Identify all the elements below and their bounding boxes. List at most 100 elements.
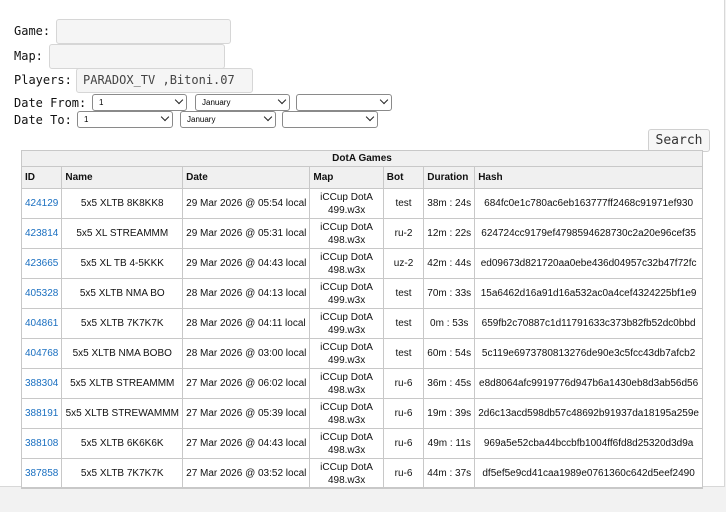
- game-name: 5x5 XLTB 7K7K7K: [61, 458, 184, 489]
- game-map: iCCup DotA 499.w3x: [309, 308, 384, 339]
- game-duration: 49m : 11s: [423, 428, 476, 459]
- game-duration: 70m : 33s: [423, 278, 476, 309]
- date-to-day-select[interactable]: 1: [77, 111, 173, 128]
- game-hash: 5c119e6973780813276de90e3c5fcc43db7afcb2: [474, 338, 703, 369]
- game-hash: 969a5e52cba44bccbfb1004ff6fd8d25320d3d9a: [474, 428, 703, 459]
- table-row: 423665 5x5 XL TB 4-5KKK 29 Mar 2026 @ 04:4…: [20, 248, 703, 279]
- game-name: 5x5 XLTB 7K7K7K: [61, 308, 184, 339]
- date-from-label: Date From:: [14, 96, 87, 110]
- game-duration: 44m : 37s: [423, 458, 476, 489]
- game-id-link[interactable]: 387858: [20, 458, 63, 489]
- map-name-line: iCCup DotA: [320, 251, 373, 263]
- game-name: 5x5 XLTB STREWAMMM: [61, 398, 184, 429]
- game-duration: 12m : 22s: [423, 218, 476, 249]
- game-bot: test: [382, 338, 425, 369]
- date-to-month-select[interactable]: January: [180, 111, 276, 128]
- game-id-link[interactable]: 404861: [20, 308, 63, 339]
- game-bot: uz-2: [382, 248, 425, 279]
- game-date: 27 Mar 2026 @ 06:02 local: [182, 368, 311, 399]
- game-id-link[interactable]: 388108: [20, 428, 63, 459]
- game-hash: ed09673d821720aa0ebe436d04957c32b47f72fc: [474, 248, 703, 279]
- map-file-line: 499.w3x: [327, 204, 366, 216]
- map-name-line: iCCup DotA: [320, 431, 373, 443]
- game-name: 5x5 XLTB 6K6K6K: [61, 428, 184, 459]
- date-to-day-value: 1: [84, 115, 89, 124]
- map-name-line: iCCup DotA: [320, 461, 373, 473]
- map-file-line: 499.w3x: [327, 294, 366, 306]
- game-id-link[interactable]: 423665: [20, 248, 63, 279]
- table-row: 404768 5x5 XLTB NMA BOBO 28 Mar 2026 @ 03:…: [20, 338, 703, 369]
- chevron-down-icon: [277, 95, 287, 105]
- players-input[interactable]: PARADOX_TV ,Bitoni.07: [76, 68, 253, 93]
- map-name-line: iCCup DotA: [320, 401, 373, 413]
- date-from-day-select[interactable]: 1: [92, 94, 187, 111]
- game-date: 27 Mar 2026 @ 04:43 local: [182, 428, 311, 459]
- game-bot: test: [382, 308, 425, 339]
- game-hash: e8d8064afc9919776d947b6a1430eb8d3ab56d56: [474, 368, 703, 399]
- map-file-line: 498.w3x: [327, 264, 366, 276]
- table-row: 388304 5x5 XLTB STREAMMM 27 Mar 2026 @ 06:…: [20, 368, 703, 399]
- game-bot: ru-6: [382, 368, 425, 399]
- map-input[interactable]: [49, 44, 225, 69]
- date-from-month-select[interactable]: January: [195, 94, 290, 111]
- game-input[interactable]: [56, 19, 231, 44]
- date-to-label: Date To:: [14, 113, 72, 127]
- chevron-down-icon: [160, 112, 170, 122]
- game-id-link[interactable]: 405328: [20, 278, 63, 309]
- map-file-line: 499.w3x: [327, 324, 366, 336]
- map-name-line: iCCup DotA: [320, 191, 373, 203]
- map-file-line: 498.w3x: [327, 444, 366, 456]
- date-to-month-value: January: [187, 115, 216, 124]
- game-name: 5x5 XLTB STREAMMM: [61, 368, 184, 399]
- game-date: 28 Mar 2026 @ 03:00 local: [182, 338, 311, 369]
- map-file-line: 498.w3x: [327, 414, 366, 426]
- table-row: 423814 5x5 XL STREAMMM 29 Mar 2026 @ 05:31…: [20, 218, 703, 249]
- page: Game: Map: Players: PARADOX_TV ,Bitoni.0…: [0, 0, 725, 489]
- map-label: Map:: [14, 49, 43, 63]
- game-duration: 38m : 24s: [423, 188, 476, 219]
- search-button[interactable]: Search: [648, 129, 710, 152]
- game-duration: 19m : 39s: [423, 398, 476, 429]
- date-from-year-select[interactable]: [296, 94, 392, 111]
- game-id-link[interactable]: 388191: [20, 398, 63, 429]
- game-date: 27 Mar 2026 @ 03:52 local: [182, 458, 311, 489]
- game-map: iCCup DotA 498.w3x: [309, 218, 384, 249]
- game-bot: test: [382, 278, 425, 309]
- table-header-row: ID Name Date Map Bot Duration Hash: [20, 166, 703, 189]
- column-header: Bot: [382, 166, 425, 189]
- game-name: 5x5 XLTB NMA BOBO: [61, 338, 184, 369]
- chevron-down-icon: [263, 112, 273, 122]
- game-duration: 0m : 53s: [423, 308, 476, 339]
- game-id-link[interactable]: 423814: [20, 218, 63, 249]
- game-id-link[interactable]: 404768: [20, 338, 63, 369]
- game-date: 29 Mar 2026 @ 05:31 local: [182, 218, 311, 249]
- game-bot: ru-6: [382, 428, 425, 459]
- chevron-down-icon: [365, 112, 375, 122]
- map-name-line: iCCup DotA: [320, 371, 373, 383]
- map-name-line: iCCup DotA: [320, 281, 373, 293]
- map-name-line: iCCup DotA: [320, 311, 373, 323]
- game-duration: 36m : 45s: [423, 368, 476, 399]
- table-row: 387858 5x5 XLTB 7K7K7K 27 Mar 2026 @ 03:52…: [20, 458, 703, 489]
- players-label: Players:: [14, 73, 72, 87]
- game-name: 5x5 XL TB 4-5KKK: [61, 248, 184, 279]
- chevron-down-icon: [379, 95, 389, 105]
- column-header: ID: [20, 166, 63, 189]
- game-hash: 2d6c13acd598db57c48692b91937da18195a259e: [474, 398, 703, 429]
- table-caption: DotA Games: [21, 150, 703, 167]
- table-body: 424129 5x5 XLTB 8K8KK8 29 Mar 2026 @ 05:54…: [20, 188, 703, 489]
- table-row: 405328 5x5 XLTB NMA BO 28 Mar 2026 @ 04:13…: [20, 278, 703, 309]
- table-row: 388191 5x5 XLTB STREWAMMM 27 Mar 2026 @ 05…: [20, 398, 703, 429]
- game-id-link[interactable]: 388304: [20, 368, 63, 399]
- game-date: 28 Mar 2026 @ 04:11 local: [182, 308, 311, 339]
- game-id-link[interactable]: 424129: [20, 188, 63, 219]
- map-name-line: iCCup DotA: [320, 221, 373, 233]
- map-file-line: 499.w3x: [327, 354, 366, 366]
- game-date: 27 Mar 2026 @ 05:39 local: [182, 398, 311, 429]
- date-from-day-value: 1: [99, 98, 104, 107]
- game-map: iCCup DotA 499.w3x: [309, 338, 384, 369]
- game-hash: 684fc0e1c780ac6eb163777ff2468c91971ef930: [474, 188, 703, 219]
- date-to-year-select[interactable]: [282, 111, 378, 128]
- game-name: 5x5 XLTB 8K8KK8: [61, 188, 184, 219]
- game-name: 5x5 XL STREAMMM: [61, 218, 184, 249]
